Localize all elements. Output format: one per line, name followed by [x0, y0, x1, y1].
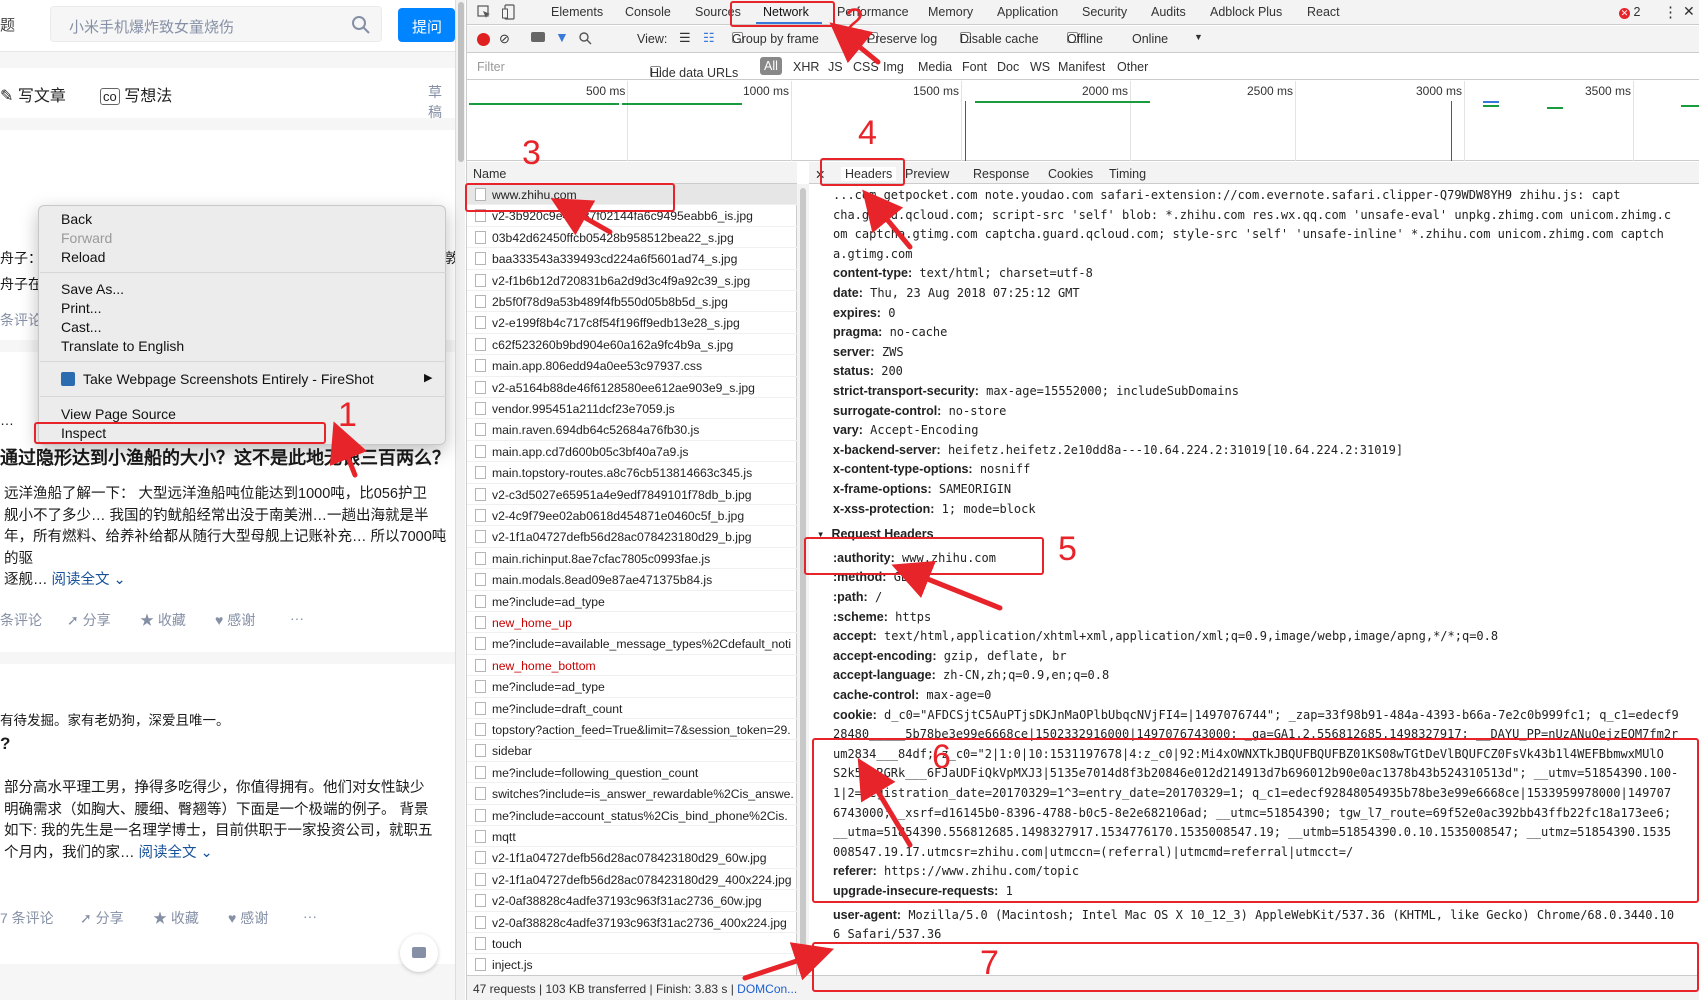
- annotation-arrows: [329, 22, 1003, 981]
- annotation-arrow: [857, 757, 913, 848]
- annotation-arrow: [862, 189, 913, 250]
- annotation-arrow: [829, 22, 881, 65]
- annotation-arrow: [329, 421, 367, 478]
- annotation-arrow: [742, 942, 835, 981]
- annotation-arrow: [550, 198, 613, 236]
- annotation-arrow: [891, 560, 1003, 611]
